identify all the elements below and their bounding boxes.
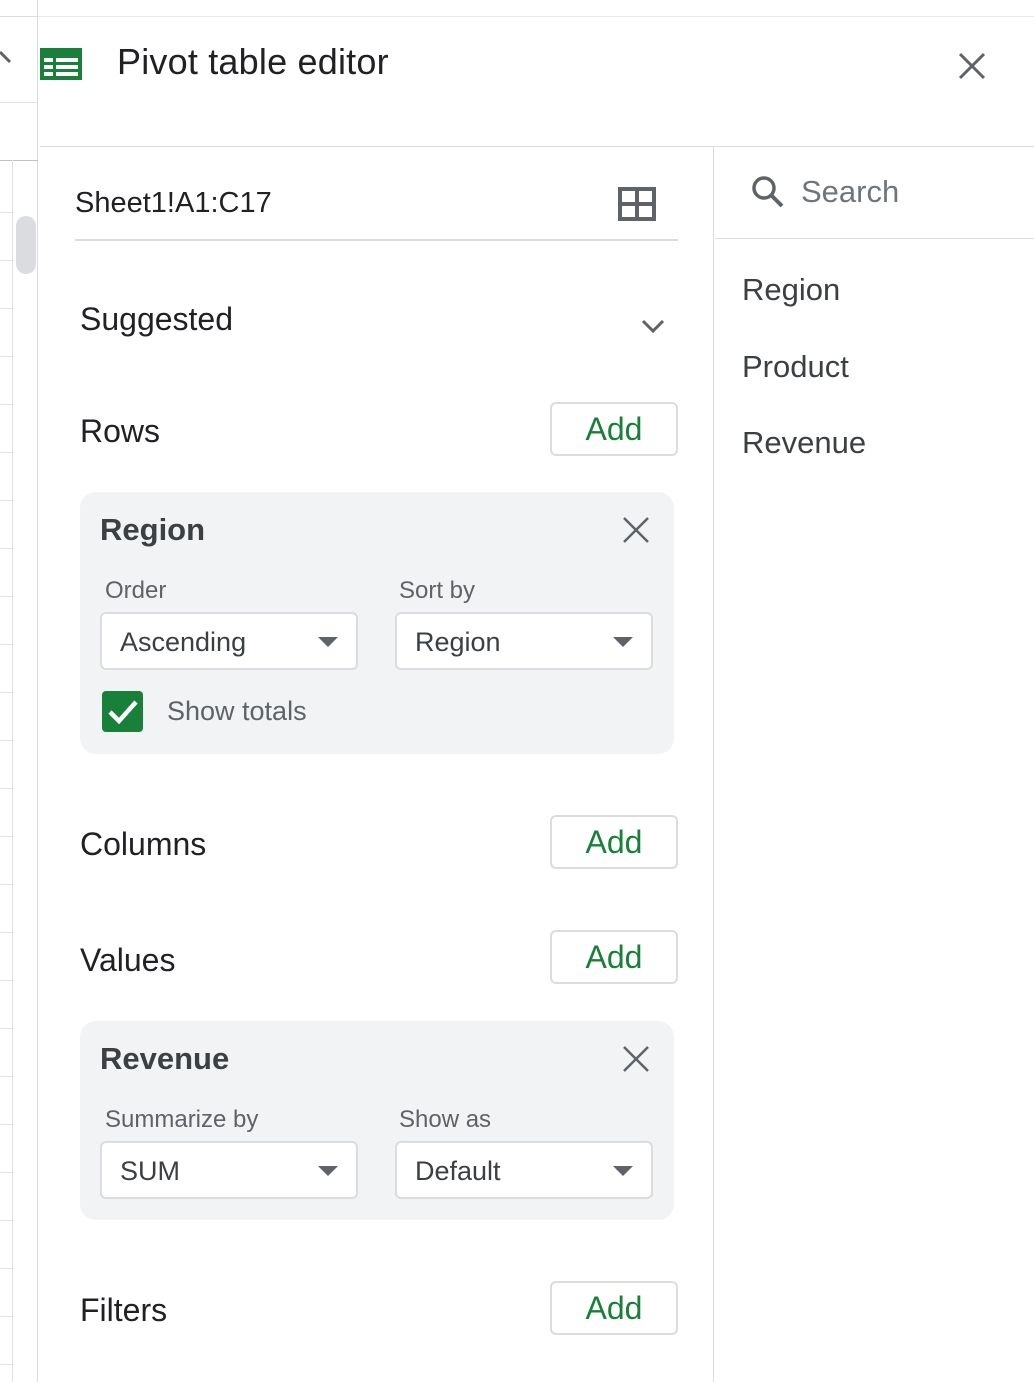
grid-row-line xyxy=(0,500,12,501)
close-icon xyxy=(958,52,986,80)
grid-row-line xyxy=(0,932,12,933)
grid-row-line xyxy=(0,740,12,741)
values-revenue-card: Revenue Summarize by SUM Show as Default xyxy=(80,1021,674,1220)
search-input[interactable] xyxy=(801,171,1021,213)
data-range-text: Sheet1!A1:C17 xyxy=(75,187,272,219)
summarize-value: SUM xyxy=(120,1156,180,1186)
order-select[interactable]: Ascending xyxy=(100,612,358,670)
grid-row-line xyxy=(0,260,12,261)
field-item-revenue[interactable]: Revenue xyxy=(742,425,866,461)
grid-row-line xyxy=(0,1364,12,1365)
select-range-grid-icon[interactable] xyxy=(618,187,656,221)
rows-region-card: Region Order Ascending Sort by Region Sh… xyxy=(80,492,674,754)
grid-row-line xyxy=(0,212,12,213)
grid-row-line xyxy=(0,980,12,981)
showas-value: Default xyxy=(415,1156,501,1186)
columns-heading: Columns xyxy=(80,826,207,862)
dropdown-arrow-icon xyxy=(613,637,633,647)
grid-row-line xyxy=(0,404,12,405)
show-totals-checkbox[interactable] xyxy=(102,691,143,732)
sheet-top-border xyxy=(0,16,38,17)
card-title: Revenue xyxy=(100,1041,230,1076)
summarize-label: Summarize by xyxy=(105,1106,259,1133)
values-add-button[interactable]: Add xyxy=(550,930,678,984)
pivot-config-panel: Sheet1!A1:C17 Suggested Rows Add Region … xyxy=(40,147,714,1382)
fields-panel: Region Product Revenue xyxy=(715,147,1034,1382)
grid-row-line xyxy=(0,1028,12,1029)
field-item-product[interactable]: Product xyxy=(742,349,849,385)
sortby-label: Sort by xyxy=(399,577,476,604)
grid-row-line xyxy=(0,1124,12,1125)
dropdown-arrow-icon xyxy=(318,1166,338,1176)
rows-heading: Rows xyxy=(80,413,161,449)
spreadsheet-edge xyxy=(0,0,38,1382)
checkmark-icon xyxy=(108,700,138,725)
search-icon xyxy=(752,176,784,208)
dropdown-arrow-icon xyxy=(613,1166,633,1176)
dropdown-arrow-icon xyxy=(318,637,338,647)
vertical-scrollbar[interactable] xyxy=(16,216,36,274)
filters-add-button[interactable]: Add xyxy=(550,1281,678,1335)
editor-title: Pivot table editor xyxy=(117,41,389,82)
data-range-field[interactable]: Sheet1!A1:C17 xyxy=(75,181,678,241)
grid-row-line xyxy=(0,1172,12,1173)
collapse-arrow-icon[interactable] xyxy=(0,50,14,64)
sheets-table-icon xyxy=(40,48,82,80)
grid-row-line xyxy=(0,788,12,789)
close-editor-button[interactable] xyxy=(952,46,992,86)
grid-row-line xyxy=(0,692,12,693)
filters-heading: Filters xyxy=(80,1292,168,1328)
field-search xyxy=(715,147,1034,239)
remove-icon[interactable] xyxy=(620,1043,652,1075)
grid-row-line xyxy=(0,356,12,357)
summarize-select[interactable]: SUM xyxy=(100,1141,358,1199)
sortby-value: Region xyxy=(415,627,501,657)
grid-row-line xyxy=(0,596,12,597)
field-item-region[interactable]: Region xyxy=(742,272,840,308)
grid-row-line xyxy=(0,1220,12,1221)
showas-select[interactable]: Default xyxy=(395,1141,653,1199)
remove-icon[interactable] xyxy=(620,514,652,546)
column-header-divider xyxy=(0,160,38,161)
grid-column-line xyxy=(12,160,13,1382)
grid-row-line xyxy=(0,1076,12,1077)
toolbar-divider xyxy=(0,102,38,103)
columns-add-button[interactable]: Add xyxy=(550,815,678,869)
grid-row-line xyxy=(0,548,12,549)
chevron-down-icon[interactable] xyxy=(638,311,668,341)
suggested-heading[interactable]: Suggested xyxy=(80,301,233,338)
rows-add-button[interactable]: Add xyxy=(550,402,678,456)
grid-row-line xyxy=(0,308,12,309)
grid-row-line xyxy=(0,836,12,837)
grid-row-line xyxy=(0,452,12,453)
order-value: Ascending xyxy=(120,627,247,657)
grid-row-line xyxy=(0,1316,12,1317)
card-title: Region xyxy=(100,512,206,547)
show-totals-label: Show totals xyxy=(167,696,307,726)
showas-label: Show as xyxy=(399,1106,492,1133)
grid-row-line xyxy=(0,1268,12,1269)
grid-row-line xyxy=(0,884,12,885)
sortby-select[interactable]: Region xyxy=(395,612,653,670)
grid-row-line xyxy=(0,644,12,645)
values-heading: Values xyxy=(80,942,176,978)
order-label: Order xyxy=(105,577,167,604)
